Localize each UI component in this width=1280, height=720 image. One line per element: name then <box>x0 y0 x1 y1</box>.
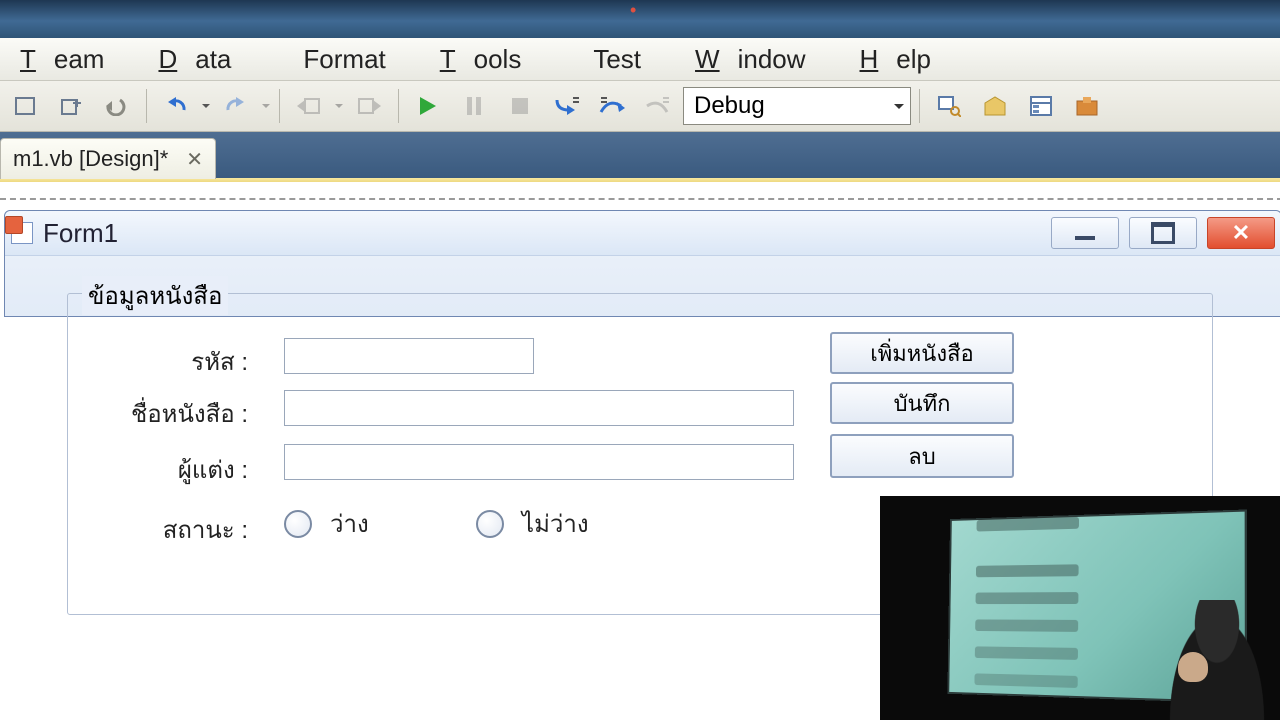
button-save[interactable]: บันทึก <box>830 382 1014 424</box>
radio-unavailable-label: ไม่ว่าง <box>522 504 589 543</box>
groupbox-legend: ข้อมูลหนังสือ <box>82 276 228 315</box>
radio-available[interactable] <box>284 510 312 538</box>
undo-add-icon[interactable] <box>96 87 138 125</box>
menu-format[interactable]: Format <box>267 44 421 75</box>
toolbox-icon[interactable] <box>1066 87 1108 125</box>
new-item-icon[interactable] <box>4 87 46 125</box>
document-tabstrip: m1.vb [Design]* ✕ <box>0 132 1280 178</box>
nav-back-icon[interactable] <box>288 87 330 125</box>
radio-unavailable[interactable] <box>476 510 504 538</box>
add-item-icon[interactable] <box>50 87 92 125</box>
undo-icon[interactable] <box>155 87 197 125</box>
form-title-text: Form1 <box>43 218 118 249</box>
redo-icon[interactable] <box>215 87 257 125</box>
start-debug-icon[interactable] <box>407 87 449 125</box>
solution-explorer-icon[interactable] <box>974 87 1016 125</box>
label-name: ชื่อหนังสือ : <box>68 394 248 433</box>
input-name[interactable] <box>284 390 794 426</box>
menu-help[interactable]: Help <box>842 44 967 75</box>
document-tab[interactable]: m1.vb [Design]* ✕ <box>0 138 216 179</box>
undo-dropdown[interactable] <box>201 100 211 112</box>
radio-available-label: ว่าง <box>330 504 369 543</box>
step-out-icon[interactable] <box>637 87 679 125</box>
document-tab-label: m1.vb [Design]* <box>13 146 168 172</box>
nav-back-dropdown[interactable] <box>334 100 344 112</box>
label-status: สถานะ : <box>108 510 248 549</box>
stop-icon[interactable] <box>499 87 541 125</box>
label-author: ผู้แต่ง : <box>108 450 248 489</box>
solution-config-value: Debug <box>694 92 765 120</box>
os-titlebar-strip <box>0 0 1280 38</box>
input-code[interactable] <box>284 338 534 374</box>
form-maximize-button[interactable] <box>1129 217 1197 249</box>
menu-data[interactable]: Data <box>140 44 267 75</box>
menu-tools[interactable]: Tools <box>422 44 558 75</box>
nav-fwd-icon[interactable] <box>348 87 390 125</box>
pause-icon[interactable] <box>453 87 495 125</box>
step-over-icon[interactable] <box>591 87 633 125</box>
chevron-down-icon <box>894 104 904 114</box>
presenter-hand <box>1178 652 1208 682</box>
menu-team[interactable]: Team <box>2 44 140 75</box>
button-add-book[interactable]: เพิ่มหนังสือ <box>830 332 1014 374</box>
button-delete[interactable]: ลบ <box>830 434 1014 478</box>
menu-bar: Team Data Format Tools Test Window Help <box>0 38 1280 80</box>
form-icon <box>11 222 33 244</box>
input-author[interactable] <box>284 444 794 480</box>
properties-icon[interactable] <box>1020 87 1062 125</box>
designer-selection-border <box>0 198 1280 202</box>
step-into-icon[interactable] <box>545 87 587 125</box>
solution-config-select[interactable]: Debug <box>683 87 911 125</box>
find-icon[interactable] <box>928 87 970 125</box>
form-close-button[interactable]: ✕ <box>1207 217 1275 249</box>
designed-form-window[interactable]: Form1 ✕ ข้อมูลหนังสือ รหัส : เพิ่มหนังสื… <box>4 210 1280 317</box>
close-tab-icon[interactable]: ✕ <box>186 147 203 172</box>
redo-dropdown[interactable] <box>261 100 271 112</box>
form-minimize-button[interactable] <box>1051 217 1119 249</box>
menu-test[interactable]: Test <box>557 44 677 75</box>
menu-window[interactable]: Window <box>677 44 841 75</box>
toolbar: Debug <box>0 80 1280 132</box>
form-titlebar[interactable]: Form1 ✕ <box>5 211 1280 256</box>
label-code: รหัส : <box>98 342 248 381</box>
webcam-overlay <box>880 496 1280 720</box>
